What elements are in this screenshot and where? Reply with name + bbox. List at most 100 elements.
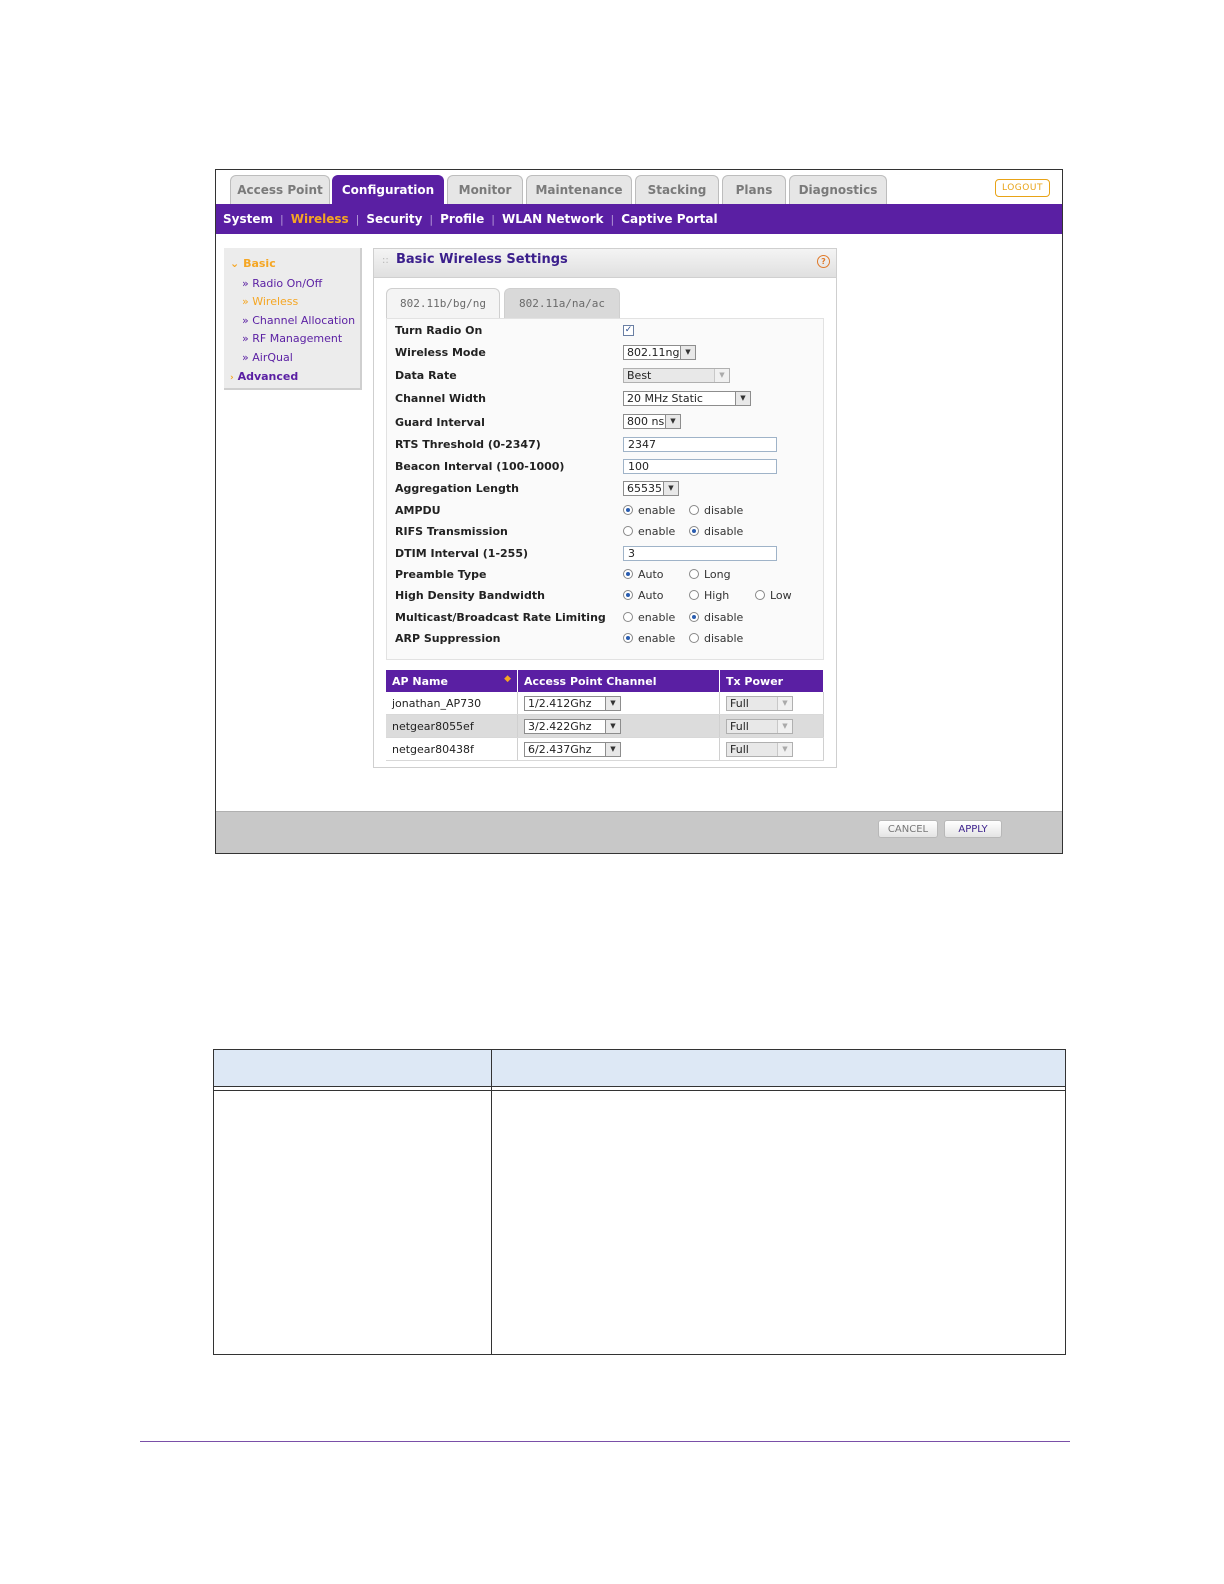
- aggregation-length-select[interactable]: 65535 ▼: [623, 480, 679, 496]
- subnav-wireless[interactable]: Wireless: [284, 212, 356, 226]
- hd-bandwidth-high-radio[interactable]: [689, 590, 699, 600]
- subnav-security[interactable]: Security: [359, 212, 429, 226]
- subnav-captive-portal[interactable]: Captive Portal: [614, 212, 724, 226]
- tab-band-anac[interactable]: 802.11a/na/ac: [504, 288, 620, 318]
- menu-basic[interactable]: ⌄ Basic: [230, 257, 276, 270]
- label-dtim-interval: DTIM Interval (1-255): [395, 546, 528, 560]
- arp-disable-radio[interactable]: [689, 633, 699, 643]
- tab-configuration[interactable]: Configuration: [332, 175, 444, 204]
- tab-diagnostics[interactable]: Diagnostics: [789, 175, 887, 204]
- label-rifs: RIFS Transmission: [395, 524, 508, 538]
- label-aggregation-length: Aggregation Length: [395, 481, 519, 495]
- rifs-disable-radio[interactable]: [689, 526, 699, 536]
- table-row: netgear8055ef 3/2.422Ghz ▼ Full ▼: [386, 714, 824, 738]
- hd-bandwidth-auto-radio[interactable]: [623, 590, 633, 600]
- hd-bandwidth-low-radio[interactable]: [755, 590, 765, 600]
- multicast-enable-radio[interactable]: [623, 612, 633, 622]
- subnav-wlan-network[interactable]: WLAN Network: [495, 212, 611, 226]
- menu-rf-management[interactable]: » RF Management: [242, 332, 342, 345]
- panel-title: Basic Wireless Settings: [396, 252, 568, 267]
- rts-threshold-input[interactable]: 2347: [623, 436, 777, 452]
- panel-title-bar: :: Basic Wireless Settings ?: [374, 249, 836, 278]
- table-row: jonathan_AP730 1/2.412Ghz ▼ Full ▼: [386, 692, 824, 715]
- channel-select[interactable]: 3/2.422Ghz ▼: [524, 718, 621, 734]
- label-ampdu: AMPDU: [395, 503, 441, 517]
- tx-power-select[interactable]: Full ▼: [726, 695, 793, 711]
- tab-maintenance[interactable]: Maintenance: [526, 175, 632, 204]
- aggregation-length-value: 65535: [627, 481, 662, 495]
- multicast-disable-radio[interactable]: [689, 612, 699, 622]
- tx-power-cell: Full ▼: [719, 692, 824, 715]
- ap-channel-table: AP Name ◆ Access Point Channel Tx Power j…: [386, 670, 824, 761]
- sub-navigation: System | Wireless | Security | Profile |…: [216, 204, 1062, 234]
- channel-select[interactable]: 6/2.437Ghz ▼: [524, 741, 621, 757]
- label-rts-threshold: RTS Threshold (0-2347): [395, 437, 541, 451]
- menu-airqual[interactable]: » AirQual: [242, 351, 293, 364]
- menu-wireless[interactable]: » Wireless: [242, 295, 298, 308]
- beacon-interval-input[interactable]: 100: [623, 458, 777, 474]
- tx-power-cell: Full ▼: [719, 714, 824, 738]
- menu-radio-on-off[interactable]: » Radio On/Off: [242, 277, 322, 290]
- main-tab-bar: Access Point Configuration Monitor Maint…: [216, 170, 1062, 204]
- preamble-long-label: Long: [704, 567, 731, 581]
- wireless-mode-value: 802.11ng: [627, 345, 680, 359]
- sort-icon[interactable]: ◆: [504, 674, 511, 684]
- panel-body: 802.11b/bg/ng 802.11a/na/ac Turn Radio O…: [374, 278, 836, 767]
- data-rate-value: Best: [627, 368, 652, 382]
- rifs-enable-radio[interactable]: [623, 526, 633, 536]
- channel-select[interactable]: 1/2.412Ghz ▼: [524, 695, 621, 711]
- tab-band-bgn[interactable]: 802.11b/bg/ng: [386, 288, 500, 318]
- basic-wireless-settings-panel: :: Basic Wireless Settings ? 802.11b/bg/…: [373, 248, 837, 768]
- document-table-column-divider: [491, 1050, 492, 1354]
- preamble-long-radio[interactable]: [689, 569, 699, 579]
- column-header-ap-name[interactable]: AP Name ◆: [386, 670, 518, 692]
- chevron-down-icon: ▼: [605, 742, 620, 756]
- preamble-auto-radio[interactable]: [623, 569, 633, 579]
- tab-monitor[interactable]: Monitor: [447, 175, 523, 204]
- rifs-enable-label: enable: [638, 524, 676, 538]
- menu-advanced[interactable]: › Advanced: [230, 370, 298, 383]
- ampdu-enable-radio[interactable]: [623, 505, 633, 515]
- grip-icon: ::: [382, 255, 389, 266]
- ap-name-cell: netgear80438f: [386, 737, 518, 761]
- ampdu-disable-label: disable: [704, 503, 744, 517]
- hd-bandwidth-auto-label: Auto: [638, 588, 664, 602]
- guard-interval-select[interactable]: 800 ns ▼: [623, 413, 681, 429]
- chevron-down-icon: ▼: [663, 481, 678, 495]
- menu-channel-allocation[interactable]: » Channel Allocation: [242, 314, 355, 327]
- label-channel-width: Channel Width: [395, 391, 486, 405]
- subnav-profile[interactable]: Profile: [433, 212, 491, 226]
- tx-power-select[interactable]: Full ▼: [726, 741, 793, 757]
- preamble-auto-label: Auto: [638, 567, 664, 581]
- ampdu-disable-radio[interactable]: [689, 505, 699, 515]
- data-rate-select[interactable]: Best ▼: [623, 367, 730, 383]
- tab-stacking[interactable]: Stacking: [635, 175, 719, 204]
- tx-power-select[interactable]: Full ▼: [726, 718, 793, 734]
- tab-plans[interactable]: Plans: [722, 175, 786, 204]
- channel-cell: 1/2.412Ghz ▼: [517, 692, 720, 715]
- column-header-channel: Access Point Channel: [517, 670, 720, 692]
- arp-enable-label: enable: [638, 631, 676, 645]
- label-beacon-interval: Beacon Interval (100-1000): [395, 459, 565, 473]
- chevron-down-icon: ▼: [735, 391, 750, 405]
- chevron-down-icon: ▼: [777, 696, 792, 710]
- logout-button[interactable]: LOGOUT: [995, 179, 1050, 197]
- label-high-density-bandwidth: High Density Bandwidth: [395, 588, 545, 602]
- arp-enable-radio[interactable]: [623, 633, 633, 643]
- tab-access-point[interactable]: Access Point: [230, 175, 330, 204]
- chevron-down-icon: ▼: [665, 414, 680, 428]
- turn-radio-on-checkbox[interactable]: ✓: [623, 324, 634, 336]
- label-arp-suppression: ARP Suppression: [395, 631, 501, 645]
- chevron-right-icon: ›: [230, 373, 234, 383]
- help-icon[interactable]: ?: [817, 255, 830, 268]
- ap-name-cell: netgear8055ef: [386, 714, 518, 738]
- cancel-button[interactable]: CANCEL: [878, 820, 938, 838]
- wireless-mode-select[interactable]: 802.11ng ▼: [623, 344, 696, 360]
- chevron-down-icon: ▼: [777, 719, 792, 733]
- apply-button[interactable]: APPLY: [944, 820, 1002, 838]
- action-bar: CANCEL APPLY: [216, 811, 1062, 853]
- dtim-interval-input[interactable]: 3: [623, 545, 777, 561]
- subnav-system[interactable]: System: [216, 212, 280, 226]
- guard-interval-value: 800 ns: [627, 414, 665, 428]
- channel-width-select[interactable]: 20 MHz Static ▼: [623, 390, 751, 406]
